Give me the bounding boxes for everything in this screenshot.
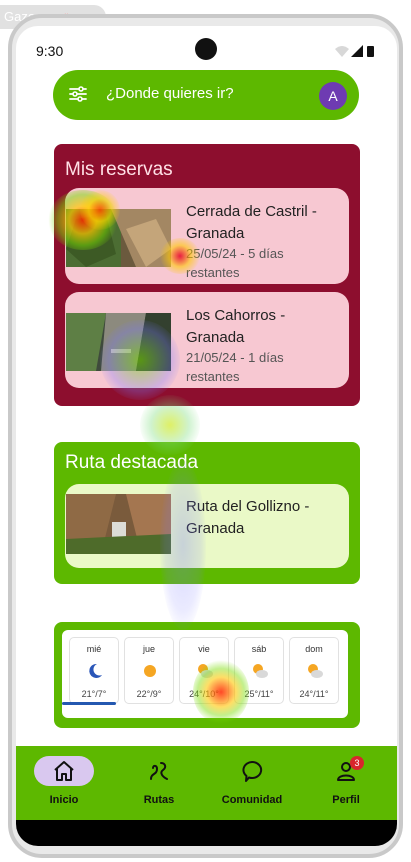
nav-item-comunidad[interactable]: Comunidad <box>212 754 292 812</box>
phone-screen: 9:30 ¿Donde quieres ir? A Mis reservas C… <box>16 26 397 846</box>
reservation-title: Los Cahorros - Granada <box>186 307 286 346</box>
reservas-title: Mis reservas <box>65 159 173 180</box>
moon-icon <box>89 663 102 678</box>
reservation-meta: 21/05/24 - 1 días restantes <box>186 350 284 384</box>
reservation-title: Cerrada de Castril - Granada <box>186 203 317 242</box>
reservation-card[interactable]: Los Cahorros - Granada 21/05/24 - 1 días… <box>65 292 349 388</box>
signal-icon <box>351 45 363 57</box>
nav-label: Comunidad <box>221 794 283 806</box>
featured-route-card[interactable]: Ruta del Gollizno - Granada <box>65 484 349 568</box>
featured-route-title: Ruta destacada <box>65 452 199 473</box>
weather-day-temp: 21°/7° <box>81 689 107 699</box>
weather-forecast: mié 21°/7° jue 22°/9° vie 24°/10° sáb 25… <box>62 630 348 718</box>
status-time: 9:30 <box>36 43 64 59</box>
battery-icon <box>367 46 374 57</box>
weather-day-temp: 25°/11° <box>244 689 274 699</box>
route-icon <box>150 762 168 780</box>
filter-icon[interactable] <box>69 86 87 107</box>
chat-bubble-icon <box>242 760 263 782</box>
notification-badge: 3 <box>350 756 364 770</box>
weather-day-temp: 24°/11° <box>299 689 329 699</box>
avatar[interactable]: A <box>319 82 347 110</box>
featured-route-section: Ruta destacada Ruta del Gollizno - Grana… <box>54 442 360 584</box>
system-gesture-bar <box>16 820 397 846</box>
route-photo <box>66 494 171 554</box>
nav-item-rutas[interactable]: Rutas <box>119 754 199 812</box>
nav-label: Perfil <box>332 794 360 806</box>
nav-item-inicio[interactable]: Inicio <box>24 754 104 812</box>
route-photo <box>66 209 171 267</box>
weather-day-name: vie <box>198 644 210 654</box>
reservation-meta: 25/05/24 - 5 días restantes <box>186 246 284 280</box>
weather-day-name: sáb <box>251 644 267 654</box>
weather-day-name: jue <box>142 644 155 654</box>
search-placeholder[interactable]: ¿Donde quieres ir? <box>106 85 234 102</box>
bottom-navigation: Inicio Rutas Comunidad 3 Perfil <box>16 746 397 820</box>
route-photo <box>66 313 171 371</box>
weather-day-temp: 22°/9° <box>136 689 162 699</box>
home-icon <box>54 761 74 781</box>
partly-cloudy-icon <box>253 664 268 678</box>
reservation-card[interactable]: Cerrada de Castril - Granada 25/05/24 - … <box>65 188 349 284</box>
nav-item-perfil[interactable]: 3 Perfil <box>306 754 386 812</box>
weather-day[interactable]: vie 24°/10° <box>179 637 229 704</box>
weather-day[interactable]: mié 21°/7° <box>69 637 119 704</box>
weather-day[interactable]: jue 22°/9° <box>124 637 174 704</box>
weather-day[interactable]: dom 24°/11° <box>289 637 339 704</box>
wifi-icon <box>335 46 349 57</box>
weather-day-name: mié <box>86 644 102 654</box>
nav-label: Inicio <box>49 794 79 806</box>
selected-day-indicator <box>62 702 116 705</box>
status-icons <box>335 44 377 63</box>
status-bar: 9:30 <box>16 26 397 74</box>
sun-icon <box>144 665 156 677</box>
nav-label: Rutas <box>143 794 175 806</box>
weather-day-name: dom <box>305 644 323 654</box>
partly-cloudy-icon <box>198 664 213 678</box>
weather-section: mié 21°/7° jue 22°/9° vie 24°/10° sáb 25… <box>54 622 360 728</box>
search-bar[interactable]: ¿Donde quieres ir? A <box>53 70 359 120</box>
weather-day-temp: 24°/10° <box>189 689 219 699</box>
reservas-section: Mis reservas Cerrada de Castril - Granad… <box>54 144 360 406</box>
weather-day[interactable]: sáb 25°/11° <box>234 637 284 704</box>
featured-route-name: Ruta del Gollizno - Granada <box>186 498 310 537</box>
partly-cloudy-icon <box>308 664 323 678</box>
front-camera <box>195 38 217 60</box>
